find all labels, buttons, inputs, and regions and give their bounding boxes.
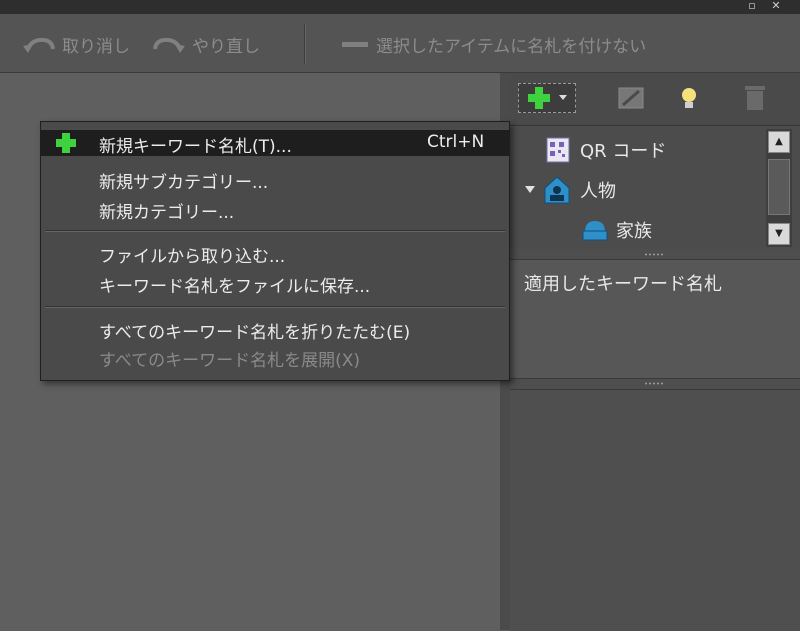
menu-item-import-from-file[interactable]: ファイルから取り込む... bbox=[41, 240, 509, 267]
new-keyword-context-menu: 新規キーワード名札(T)... Ctrl+N 新規サブカテゴリー... 新規カテ… bbox=[40, 121, 510, 381]
tree-item-qr-code[interactable]: QR コード bbox=[546, 135, 666, 165]
scroll-thumb[interactable] bbox=[768, 159, 790, 215]
untag-label: 選択したアイテムに名札を付けない bbox=[376, 36, 647, 57]
keyword-panel-toolbar bbox=[510, 73, 800, 126]
edit-icon bbox=[618, 87, 644, 109]
menu-item-save-to-file[interactable]: キーワード名札をファイルに保存... bbox=[41, 270, 509, 297]
resize-grip[interactable] bbox=[644, 253, 664, 256]
delete-keyword-button[interactable] bbox=[740, 83, 770, 113]
close-icon[interactable]: ✕ bbox=[768, 0, 784, 13]
tree-item-family[interactable]: 家族 bbox=[582, 215, 652, 245]
tree-item-label: 人物 bbox=[580, 181, 616, 202]
keyword-tree: QR コード 人物 家族 bbox=[510, 127, 800, 249]
lower-panel bbox=[510, 389, 800, 631]
keyword-tags-panel: QR コード 人物 家族 ▲ ▼ 適用したキーワード名札 bbox=[510, 73, 800, 631]
menu-item-new-keyword-tag[interactable]: 新規キーワード名札(T)... Ctrl+N bbox=[41, 130, 509, 157]
undo-icon bbox=[23, 37, 55, 53]
menu-item-label: 新規サブカテゴリー... bbox=[99, 173, 269, 193]
menu-item-label: すべてのキーワード名札を折りたたむ(E) bbox=[99, 323, 411, 343]
menu-separator bbox=[45, 230, 505, 231]
trash-icon bbox=[745, 86, 765, 110]
menu-item-shortcut: Ctrl+N bbox=[427, 132, 485, 152]
new-keyword-dropdown-button[interactable] bbox=[518, 83, 576, 113]
menu-item-collapse-all[interactable]: すべてのキーワード名札を折りたたむ(E) bbox=[41, 316, 509, 343]
tree-item-label: 家族 bbox=[616, 221, 652, 242]
menu-item-label: 新規キーワード名札(T)... bbox=[99, 137, 292, 157]
tree-scrollbar[interactable]: ▲ ▼ bbox=[766, 129, 792, 247]
edit-keyword-button[interactable] bbox=[616, 83, 646, 113]
scroll-down-button[interactable]: ▼ bbox=[768, 223, 790, 245]
menu-item-new-subcategory[interactable]: 新規サブカテゴリー... bbox=[41, 166, 509, 193]
tree-item-people[interactable]: 人物 bbox=[524, 175, 616, 205]
redo-icon bbox=[153, 37, 185, 53]
lightbulb-icon bbox=[682, 88, 696, 108]
untag-button[interactable]: 選択したアイテムに名札を付けない bbox=[340, 30, 646, 58]
menu-item-label: すべてのキーワード名札を展開(X) bbox=[99, 351, 361, 371]
toolbar-divider bbox=[304, 24, 305, 64]
applied-keywords-panel: 適用したキーワード名札 bbox=[510, 259, 800, 379]
qr-code-icon bbox=[546, 137, 570, 163]
menu-item-expand-all: すべてのキーワード名札を展開(X) bbox=[41, 344, 509, 371]
scroll-up-button[interactable]: ▲ bbox=[768, 131, 790, 153]
person-tag-icon bbox=[544, 176, 570, 204]
window-titlebar: ▫ ✕ bbox=[0, 0, 800, 14]
redo-label: やり直し bbox=[192, 36, 260, 57]
expand-arrow-icon[interactable] bbox=[524, 185, 536, 195]
undo-label: 取り消し bbox=[62, 36, 130, 57]
applied-keywords-title: 適用したキーワード名札 bbox=[524, 274, 722, 295]
menu-item-label: 新規カテゴリー... bbox=[99, 203, 235, 223]
family-tag-icon bbox=[582, 221, 608, 241]
minus-icon bbox=[342, 42, 368, 47]
plus-icon bbox=[56, 133, 76, 153]
redo-button[interactable]: やり直し bbox=[152, 30, 260, 58]
undo-button[interactable]: 取り消し bbox=[22, 30, 130, 58]
tree-item-label: QR コード bbox=[580, 141, 667, 162]
top-toolbar: 取り消し やり直し 選択したアイテムに名札を付けない bbox=[0, 14, 800, 73]
restore-icon[interactable]: ▫ bbox=[744, 0, 760, 13]
menu-item-new-category[interactable]: 新規カテゴリー... bbox=[41, 196, 509, 223]
menu-item-label: キーワード名札をファイルに保存... bbox=[99, 277, 371, 297]
menu-item-label: ファイルから取り込む... bbox=[99, 247, 286, 267]
resize-grip[interactable] bbox=[644, 382, 664, 385]
plus-icon bbox=[528, 87, 550, 109]
find-keyword-button[interactable] bbox=[674, 83, 704, 113]
menu-separator bbox=[45, 306, 505, 307]
chevron-down-icon bbox=[559, 95, 567, 100]
